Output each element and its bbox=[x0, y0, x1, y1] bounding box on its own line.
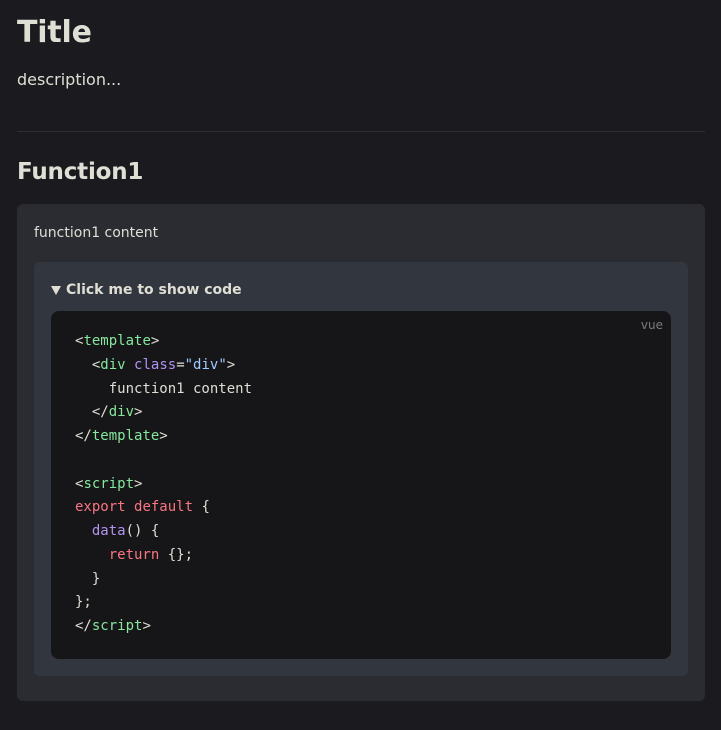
page: Title description... Function1 function1… bbox=[0, 0, 721, 730]
code-token: < bbox=[75, 356, 101, 373]
code-token: > bbox=[159, 428, 168, 444]
code-token: > bbox=[150, 333, 160, 349]
code-token: "div" bbox=[184, 356, 227, 373]
code-line: </template> bbox=[75, 425, 647, 449]
demo-content: function1 content bbox=[34, 225, 159, 241]
page-title: Title bbox=[17, 15, 92, 50]
code-token: } bbox=[75, 570, 101, 587]
code-line: }; bbox=[75, 591, 647, 615]
code-token: { bbox=[193, 499, 210, 516]
code-token: function1 content bbox=[75, 380, 253, 397]
code-token: template bbox=[83, 333, 151, 349]
code-token: {}; bbox=[159, 546, 194, 563]
code-language-label: vue bbox=[640, 318, 663, 332]
code-token: class bbox=[134, 356, 177, 373]
code-token: </ bbox=[75, 404, 109, 421]
code-panel: Click me to show code vue <template> <di… bbox=[34, 262, 688, 676]
code-token: data bbox=[91, 523, 126, 539]
code-token: </ bbox=[75, 618, 92, 634]
divider bbox=[17, 131, 705, 132]
code-token: script bbox=[91, 618, 143, 634]
code-token: > bbox=[226, 356, 236, 373]
code-token: > bbox=[134, 404, 143, 421]
code-token: </ bbox=[75, 428, 92, 444]
code-token: default bbox=[134, 499, 194, 516]
code-block: vue <template> <div class="div"> functio… bbox=[51, 311, 671, 659]
code-token: div bbox=[108, 404, 135, 421]
code-line: <div class="div"> bbox=[75, 354, 647, 378]
code-token: div bbox=[100, 356, 126, 373]
code-token: script bbox=[83, 475, 135, 492]
code-line: } bbox=[75, 568, 647, 592]
code-token: = bbox=[176, 356, 185, 373]
code-token: return bbox=[108, 546, 160, 563]
show-code-toggle[interactable]: Click me to show code bbox=[51, 281, 671, 299]
code-line: data() { bbox=[75, 520, 647, 544]
section-heading: Function1 bbox=[17, 159, 144, 185]
triangle-down-icon bbox=[51, 286, 61, 295]
code-content: <template> <div class="div"> function1 c… bbox=[75, 330, 647, 639]
code-line: </script> bbox=[75, 615, 647, 639]
code-token: > bbox=[142, 618, 151, 634]
code-token: export bbox=[75, 499, 126, 516]
code-token: }; bbox=[75, 594, 92, 611]
show-code-label: Click me to show code bbox=[66, 282, 242, 298]
code-line: function1 content bbox=[75, 378, 647, 402]
code-line: <template> bbox=[75, 330, 647, 354]
code-line: export default { bbox=[75, 496, 647, 520]
code-line: <script> bbox=[75, 473, 647, 497]
code-line: return {}; bbox=[75, 544, 647, 568]
page-description: description... bbox=[17, 70, 122, 89]
code-token: > bbox=[134, 475, 143, 492]
demo-card: function1 content Click me to show code … bbox=[17, 204, 705, 701]
code-token: template bbox=[91, 428, 160, 444]
code-line: </div> bbox=[75, 401, 647, 425]
code-token: () { bbox=[125, 523, 160, 539]
